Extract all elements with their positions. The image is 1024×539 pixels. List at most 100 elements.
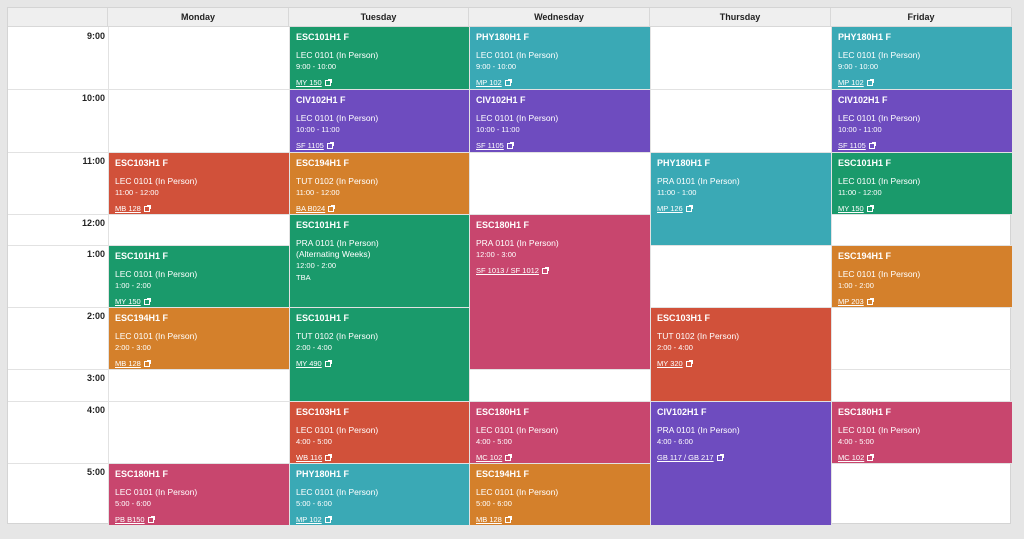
room-link[interactable]: MY 150: [296, 78, 322, 88]
section-label: TUT 0102 (In Person): [657, 331, 740, 341]
course-block-fri-civ102-1000[interactable]: CIV102H1 F LEC 0101 (In Person) 10:00 - 11…: [832, 90, 1012, 152]
course-block-wed-esc180-400[interactable]: ESC180H1 F LEC 0101 (In Person) 4:00 - 5:0…: [470, 402, 650, 463]
day-header-friday: Friday: [831, 8, 1012, 27]
course-block-tue-civ102-1000[interactable]: CIV102H1 F LEC 0101 (In Person) 10:00 - 11…: [290, 90, 469, 152]
course-block-mon-esc180-500[interactable]: ESC180H1 F LEC 0101 (In Person) 5:00 - 6:0…: [109, 464, 289, 525]
room-link[interactable]: MY 150: [115, 297, 141, 307]
course-code: ESC103H1 F: [657, 313, 711, 323]
course-block-tue-esc101-200[interactable]: ESC101H1 F TUT 0102 (In Person) 2:00 - 4:0…: [290, 308, 469, 401]
room-link[interactable]: MY 320: [657, 359, 683, 369]
external-link-icon[interactable]: [685, 360, 693, 367]
room-link[interactable]: MY 490: [296, 359, 322, 369]
calendar-corner-cell: [8, 8, 108, 27]
external-link-icon[interactable]: [143, 205, 151, 212]
course-code: PHY180H1 F: [838, 32, 892, 42]
section-label: LEC 0101 (In Person): [115, 331, 198, 341]
room-link[interactable]: MP 102: [838, 78, 864, 88]
external-link-icon[interactable]: [716, 454, 724, 461]
room-link[interactable]: GB 117 / GB 217: [657, 453, 714, 463]
room-link[interactable]: MB 128: [115, 359, 141, 369]
course-block-thu-esc103-200[interactable]: ESC103H1 F TUT 0102 (In Person) 2:00 - 4:0…: [651, 308, 831, 401]
external-link-icon[interactable]: [866, 205, 874, 212]
time-label: 1:00: [86, 249, 105, 259]
external-link-icon[interactable]: [505, 454, 513, 461]
course-block-fri-phy180-900[interactable]: PHY180H1 F LEC 0101 (In Person) 9:00 - 10:…: [832, 27, 1012, 89]
external-link-icon[interactable]: [541, 267, 549, 274]
course-block-tue-esc101-1200[interactable]: ESC101H1 F PRA 0101 (In Person) (Alternati…: [290, 215, 469, 307]
course-block-tue-phy180-500[interactable]: PHY180H1 F LEC 0101 (In Person) 5:00 - 6:0…: [290, 464, 469, 525]
course-block-mon-esc101-100[interactable]: ESC101H1 F LEC 0101 (In Person) 1:00 - 2:0…: [109, 246, 289, 307]
course-code: ESC180H1 F: [476, 407, 530, 417]
external-link-icon[interactable]: [866, 298, 874, 305]
room-link[interactable]: MB 128: [476, 515, 502, 525]
course-block-thu-civ102-400[interactable]: CIV102H1 F PRA 0101 (In Person) 4:00 - 6:0…: [651, 402, 831, 525]
course-block-mon-esc103-1100[interactable]: ESC103H1 F LEC 0101 (In Person) 11:00 - 12…: [109, 153, 289, 214]
section-label: LEC 0101 (In Person): [838, 176, 921, 186]
room-link[interactable]: SF 1105: [476, 141, 504, 151]
room-link[interactable]: PB B150: [115, 515, 145, 525]
course-block-fri-esc180-400[interactable]: ESC180H1 F LEC 0101 (In Person) 4:00 - 5:0…: [832, 402, 1012, 463]
external-link-icon[interactable]: [328, 205, 336, 212]
external-link-icon[interactable]: [326, 142, 334, 149]
course-block-tue-esc194-1100[interactable]: ESC194H1 F TUT 0102 (In Person) 11:00 - 12…: [290, 153, 469, 214]
external-link-icon[interactable]: [504, 79, 512, 86]
section-label: LEC 0101 (In Person): [838, 50, 921, 60]
time-label: 11:00: [82, 156, 105, 166]
room-link[interactable]: MB 128: [115, 204, 141, 214]
course-block-mon-esc194-200[interactable]: ESC194H1 F LEC 0101 (In Person) 2:00 - 3:0…: [109, 308, 289, 369]
external-link-icon[interactable]: [143, 298, 151, 305]
time-range: 4:00 - 5:00: [296, 437, 332, 446]
room-link[interactable]: SF 1105: [296, 141, 324, 151]
course-block-wed-esc180-1200[interactable]: ESC180H1 F PRA 0101 (In Person) 12:00 - 3:…: [470, 215, 650, 369]
course-code: ESC101H1 F: [296, 220, 350, 230]
external-link-icon[interactable]: [506, 142, 514, 149]
external-link-icon[interactable]: [143, 360, 151, 367]
external-link-icon[interactable]: [504, 516, 512, 523]
external-link-icon[interactable]: [685, 205, 693, 212]
time-range: 11:00 - 1:00: [657, 188, 697, 197]
course-block-thu-phy180-1100[interactable]: PHY180H1 F PRA 0101 (In Person) 11:00 - 1:…: [651, 153, 831, 245]
course-code: ESC103H1 F: [296, 407, 350, 417]
section-label: LEC 0101 (In Person): [296, 487, 379, 497]
course-block-tue-esc101-900[interactable]: ESC101H1 F LEC 0101 (In Person) 9:00 - 10:…: [290, 27, 469, 89]
course-block-wed-civ102-1000[interactable]: CIV102H1 F LEC 0101 (In Person) 10:00 - 11…: [470, 90, 650, 152]
course-code: ESC194H1 F: [296, 158, 350, 168]
room-link[interactable]: BA B024: [296, 204, 325, 214]
course-block-wed-phy180-900[interactable]: PHY180H1 F LEC 0101 (In Person) 9:00 - 10:…: [470, 27, 650, 89]
external-link-icon[interactable]: [325, 454, 333, 461]
course-block-fri-esc194-100[interactable]: ESC194H1 F LEC 0101 (In Person) 1:00 - 2:0…: [832, 246, 1012, 307]
external-link-icon[interactable]: [324, 516, 332, 523]
course-block-fri-esc101-1100[interactable]: ESC101H1 F LEC 0101 (In Person) 11:00 - 12…: [832, 153, 1012, 214]
external-link-icon[interactable]: [868, 142, 876, 149]
room-link[interactable]: SF 1105: [838, 141, 866, 151]
external-link-icon[interactable]: [324, 360, 332, 367]
room-link[interactable]: MP 203: [838, 297, 864, 307]
course-code: ESC194H1 F: [115, 313, 169, 323]
room-link[interactable]: MY 150: [838, 204, 864, 214]
section-note: (Alternating Weeks): [296, 249, 371, 259]
room-link[interactable]: WB 116: [296, 453, 322, 463]
time-label: 9:00: [86, 31, 105, 41]
course-block-tue-esc103-400[interactable]: ESC103H1 F LEC 0101 (In Person) 4:00 - 5:0…: [290, 402, 469, 463]
room-link[interactable]: MP 102: [296, 515, 322, 525]
course-code: CIV102H1 F: [476, 95, 526, 105]
time-label: 5:00: [86, 467, 105, 477]
time-label: 10:00: [81, 93, 105, 103]
external-link-icon[interactable]: [866, 79, 874, 86]
room-link[interactable]: MP 126: [657, 204, 683, 214]
external-link-icon[interactable]: [867, 454, 875, 461]
room-link[interactable]: SF 1013 / SF 1012: [476, 266, 539, 276]
room-link[interactable]: MP 102: [476, 78, 502, 88]
room-link[interactable]: MC 102: [838, 453, 864, 463]
room-link[interactable]: MC 102: [476, 453, 502, 463]
time-range: 4:00 - 5:00: [476, 437, 512, 446]
external-link-icon[interactable]: [324, 79, 332, 86]
section-label: LEC 0101 (In Person): [838, 425, 921, 435]
time-range: 9:00 - 10:00: [476, 62, 517, 71]
course-code: ESC180H1 F: [476, 220, 530, 230]
course-block-wed-esc194-500[interactable]: ESC194H1 F LEC 0101 (In Person) 5:00 - 6:0…: [470, 464, 650, 525]
course-code: ESC180H1 F: [115, 469, 169, 479]
time-range: 12:00 - 3:00: [476, 250, 517, 259]
time-range: 12:00 - 2:00: [296, 261, 337, 270]
external-link-icon[interactable]: [147, 516, 155, 523]
